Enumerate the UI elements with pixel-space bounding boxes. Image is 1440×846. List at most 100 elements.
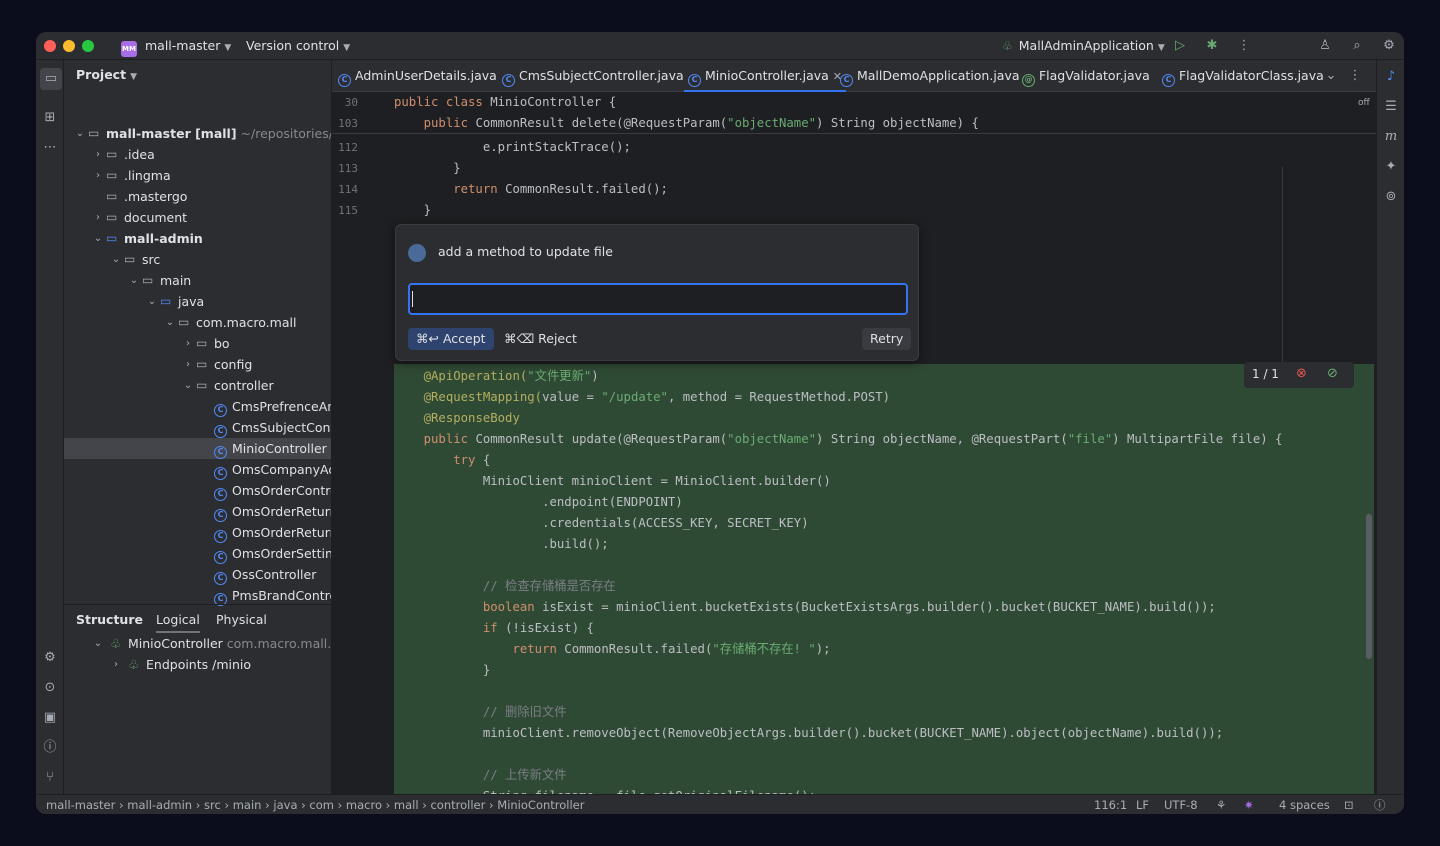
maven-icon[interactable]: m [1382, 128, 1400, 146]
tree-item[interactable]: C OmsOrderReturnApplyController [64, 501, 331, 522]
chevron-down-icon[interactable]: ⌄ [92, 228, 104, 249]
chevron-right-icon[interactable]: › [182, 354, 194, 375]
line-separator[interactable]: LF [1136, 795, 1149, 814]
structure-icon[interactable]: ⊞ [41, 109, 59, 127]
tree-item[interactable]: › ▭ document [64, 207, 331, 228]
chevron-down-icon[interactable]: ⌄ [182, 375, 194, 396]
tree-item[interactable]: C MinioController [64, 438, 331, 459]
tab-minio-controller[interactable]: C MinioController.java ✕ [684, 60, 846, 92]
tree-item[interactable]: ⌄▭ mall-master [mall] ~/repositories/test [64, 123, 331, 144]
notifications-bell-icon[interactable]: ♪ [1382, 68, 1400, 86]
chevron-right-icon[interactable]: › [92, 207, 104, 228]
tree-item[interactable]: › ▭ .lingma [64, 165, 331, 186]
chevron-right-icon[interactable]: › [182, 333, 194, 354]
tree-item[interactable]: ⌄ ▭ mall-admin [64, 228, 331, 249]
tree-item[interactable]: C PmsBrandController [64, 585, 331, 606]
close-window-button[interactable] [44, 40, 56, 52]
structure-class-row[interactable]: ⌄ ♧ MinioController com.macro.mall.contr… [64, 633, 331, 654]
breadcrumb-item[interactable]: src [204, 798, 221, 812]
tab-mall-demo-application[interactable]: C MallDemoApplication.java [840, 60, 1020, 92]
run-config-selector[interactable]: ♧ MallAdminApplication ▼ [1002, 32, 1165, 60]
breadcrumb-item[interactable]: mall-admin [127, 798, 192, 812]
reject-diff-icon[interactable]: ⊗ [1296, 366, 1307, 381]
tab-cms-subject-controller[interactable]: C CmsSubjectController.java [502, 60, 684, 92]
git-branch-icon[interactable]: ⑂ [41, 769, 59, 787]
tab-flag-validator[interactable]: @ FlagValidator.java [1022, 60, 1150, 92]
search-icon[interactable]: ⌕ [1348, 37, 1366, 55]
minimize-window-button[interactable] [63, 40, 75, 52]
retry-button[interactable]: Retry [862, 328, 912, 350]
tree-item[interactable]: C OssController [64, 564, 331, 585]
lingma-icon[interactable]: ✷ [1244, 795, 1254, 814]
breadcrumb-item[interactable]: mall [394, 798, 419, 812]
folder-icon[interactable]: ▭ [40, 68, 62, 90]
chevron-right-icon[interactable]: › [92, 165, 104, 186]
chevron-right-icon[interactable]: › [92, 144, 104, 165]
project-panel-header[interactable]: Project ▼ [76, 67, 137, 82]
indent-setting[interactable]: 4 spaces [1279, 795, 1330, 814]
tree-item[interactable]: › ▭ .idea [64, 144, 331, 165]
file-encoding[interactable]: UTF-8 [1164, 795, 1198, 814]
caret-position[interactable]: 116:1 [1094, 795, 1127, 814]
tab-flag-validator-class[interactable]: C FlagValidatorClass.java [1162, 60, 1324, 92]
code-editor[interactable]: 30 public class MinioController {103 publ… [332, 92, 1376, 794]
zoom-window-button[interactable] [82, 40, 94, 52]
more-actions-icon[interactable]: ⋮ [1235, 37, 1253, 55]
tree-item[interactable]: C OmsOrderController [64, 480, 331, 501]
settings-gear-icon[interactable]: ⚙ [1380, 37, 1398, 55]
breadcrumb-item[interactable]: java [273, 798, 297, 812]
ai-assistant-icon[interactable]: ✦ [1382, 158, 1400, 176]
tree-item[interactable]: C CmsSubjectController [64, 417, 331, 438]
problems-icon[interactable]: ⓘ [41, 739, 59, 757]
tabs-overflow-chevron-icon[interactable]: ⌄ [1322, 67, 1340, 85]
tab-structure[interactable]: Structure [76, 612, 143, 627]
breadcrumb-item[interactable]: controller [430, 798, 485, 812]
tree-item[interactable]: ⌄ ▭ com.macro.mall [64, 312, 331, 333]
services-icon[interactable]: ⚙ [41, 649, 59, 667]
run-icon[interactable]: ▷ [1171, 37, 1189, 55]
chevron-down-icon[interactable]: ⌄ [164, 312, 176, 333]
tabs-more-icon[interactable]: ⋮ [1346, 67, 1364, 85]
chevron-down-icon[interactable]: ⌄ [128, 270, 140, 291]
chevron-down-icon[interactable]: ⌄ [110, 249, 122, 270]
tree-item[interactable]: › ▭ bo [64, 333, 331, 354]
tree-item[interactable]: ▭ .mastergo [64, 186, 331, 207]
reject-button[interactable]: ⌘⌫ Reject [496, 328, 585, 350]
lock-icon[interactable]: ⊡ [1344, 795, 1354, 814]
tree-item[interactable]: ⌄ ▭ main [64, 270, 331, 291]
breadcrumb-item[interactable]: com [309, 798, 334, 812]
debug-icon[interactable]: ✱ [1203, 37, 1221, 55]
chevron-down-icon[interactable]: ⌄ [146, 291, 158, 312]
run-tool-icon[interactable]: ⊙ [41, 679, 59, 697]
breadcrumb-item[interactable]: macro [346, 798, 382, 812]
copilot-icon[interactable]: ⊚ [1382, 188, 1400, 206]
tree-item[interactable]: C CmsPrefrenceAreaController [64, 396, 331, 417]
terminal-icon[interactable]: ▣ [41, 709, 59, 727]
more-tools-icon[interactable]: ⋯ [41, 139, 59, 157]
accept-diff-icon[interactable]: ⊘ [1327, 366, 1338, 381]
warning-icon[interactable]: ⓘ [1374, 795, 1386, 814]
tree-item[interactable]: C OmsOrderReturnReasonController [64, 522, 331, 543]
add-user-icon[interactable]: ♙ [1316, 37, 1334, 55]
accept-button[interactable]: ⌘↩ Accept [408, 328, 494, 350]
ai-status-icon[interactable]: ⚘ [1216, 795, 1226, 814]
breadcrumb-item[interactable]: main [233, 798, 262, 812]
tree-item[interactable]: › ▭ config [64, 354, 331, 375]
tab-logical[interactable]: Logical [156, 612, 200, 633]
tree-item[interactable]: ⌄ ▭ java [64, 291, 331, 312]
tab-physical[interactable]: Physical [216, 612, 267, 627]
vcs-menu[interactable]: Version control ▼ [246, 32, 350, 60]
tab-admin-user-details[interactable]: C AdminUserDetails.java [338, 60, 497, 92]
structure-endpoints-row[interactable]: › ♧ Endpoints /minio [64, 654, 331, 675]
breadcrumb-item[interactable]: mall-master [46, 798, 115, 812]
project-switcher[interactable]: MM mall-master ▼ [121, 32, 231, 60]
chevron-down-icon[interactable]: ⌄ [74, 123, 86, 144]
tree-item[interactable]: ⌄ ▭ controller [64, 375, 331, 396]
editor-scrollbar[interactable] [1366, 514, 1372, 659]
database-icon[interactable]: ☰ [1382, 98, 1400, 116]
breadcrumb-item[interactable]: MinioController [497, 798, 584, 812]
tree-item[interactable]: C OmsOrderSettingController [64, 543, 331, 564]
tree-item[interactable]: C OmsCompanyAddressController [64, 459, 331, 480]
tree-item[interactable]: ⌄ ▭ src [64, 249, 331, 270]
ai-prompt-input[interactable] [408, 283, 908, 315]
